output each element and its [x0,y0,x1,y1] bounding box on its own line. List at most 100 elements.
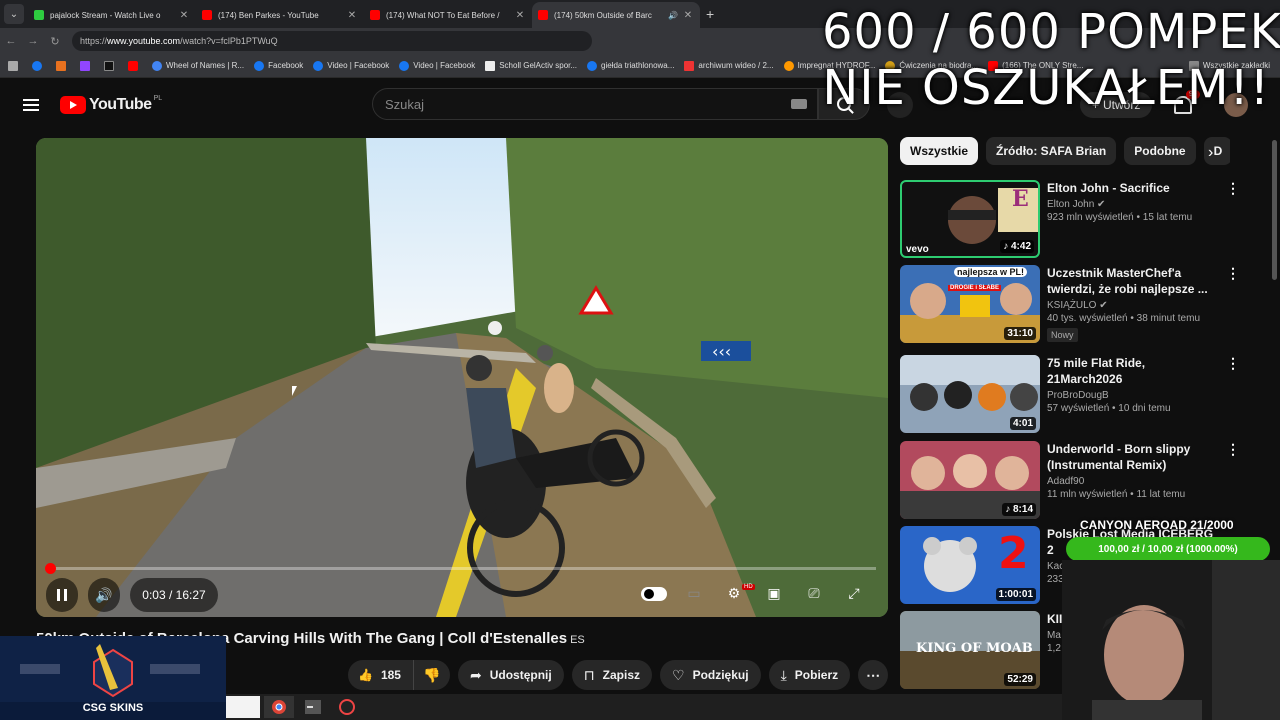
twitch-bookmark-icon[interactable] [80,60,94,71]
kebab-menu-icon[interactable]: ⋮ [1226,441,1240,458]
miniplayer-icon[interactable]: ▣ [764,585,784,605]
rec-channel[interactable]: ProBroDougB [1047,390,1222,401]
like-button[interactable]: 👍 185 [348,660,414,690]
recommendation-item[interactable]: ♪ 8:14 Underworld - Born slippy (Instrum… [900,441,1270,521]
video-thumbnail[interactable]: 4:01 [900,355,1040,433]
video-thumbnail[interactable]: KING OF MOAB 52:29 [900,611,1040,689]
scrollbar[interactable] [1272,140,1277,280]
youtube-bookmark-icon[interactable] [128,60,142,71]
cast-icon[interactable]: ⎚ [804,585,824,605]
rec-meta: 11 mln wyświetleń • 11 lat temu [1047,489,1186,500]
fullscreen-icon[interactable]: ⤢ [844,585,864,605]
browser-tab[interactable]: pajalock Stream - Watch Live o ✕ [28,2,196,28]
overlay-line1: 600 / 600 POMPEK [822,4,1280,60]
chrome-icon[interactable] [264,696,294,718]
volume-button[interactable]: 🔊 [88,578,120,612]
chevron-right-icon[interactable]: › [1208,144,1213,162]
new-badge: Nowy [1047,328,1078,342]
like-count: 185 [380,668,401,682]
share-button[interactable]: ➦ Udostępnij [457,660,564,690]
dislike-button[interactable]: 👎 [413,660,450,690]
terminal-icon[interactable] [298,696,328,718]
kebab-menu-icon[interactable]: ⋮ [1226,355,1240,372]
close-tab-icon[interactable]: ✕ [346,10,358,21]
new-tab-button[interactable]: + [706,6,714,22]
more-actions-button[interactable]: ⋯ [858,660,889,690]
csg-art [0,636,226,702]
bookmark-item[interactable]: Facebook [254,60,303,71]
chip-source[interactable]: Źródło: SAFA Brian [986,137,1117,165]
video-thumbnail[interactable]: najlepsza w PL! DROGIE i SŁABE 31:10 [900,265,1040,343]
bookmark-item[interactable]: Video | Facebook [399,60,475,71]
time-display: 0:03 / 16:27 [130,578,218,612]
facebook-bookmark-icon[interactable] [32,60,46,71]
x-bookmark-icon[interactable] [104,60,118,71]
recommendation-item[interactable]: E vevo ♪ 4:42 Elton John - Sacrifice Elt… [900,180,1270,260]
close-tab-icon[interactable]: ✕ [682,10,694,21]
video-thumbnail[interactable]: ♪ 8:14 [900,441,1040,519]
progress-bar[interactable] [45,563,876,574]
chip-all[interactable]: Wszystkie [900,137,979,165]
donation-goal-bar: 100,00 zł / 10,00 zł (1000.00%) [1066,537,1270,561]
menu-icon[interactable] [23,99,39,111]
music-icon: ♪ [1003,241,1011,252]
browser-tab[interactable]: (174) Ben Parkes - YouTube ✕ [196,2,364,28]
kebab-menu-icon[interactable]: ⋮ [1226,180,1240,197]
thanks-button[interactable]: ♡ Podziękuj [660,660,761,690]
save-button[interactable]: ⊓ Zapisz [571,660,652,690]
obs-logo [339,699,355,715]
verified-icon: ✔ [1099,300,1108,311]
video-player[interactable]: ‹‹‹ 🔊 0:03 / 16:27 ▭ ⚙ HD ▣ ⎚ ⤢ [36,138,888,617]
filter-chips: Wszystkie Źródło: SAFA Brian Podobne D [900,137,1230,165]
bookmark-item[interactable]: archiwum wideo / 2... [684,60,774,71]
bookmark-item[interactable]: Video | Facebook [313,60,389,71]
bookmark-item[interactable]: giełda triathlonowa... [587,60,674,71]
bookmark-icon[interactable] [56,60,70,71]
thumb-banner: najlepsza w PL! [954,267,1028,277]
action-bar: 👍 185 👎 ➦ Udostępnij ⊓ Zapisz ♡ Podziękuj ⤓ P… [348,660,889,690]
reload-icon[interactable]: ↻ [44,35,66,48]
video-thumbnail[interactable]: E vevo ♪ 4:42 [900,180,1040,258]
rec-meta: 923 mln wyświetleń • 15 lat temu [1047,212,1193,223]
thumb-number: 2 [998,528,1029,579]
youtube-logo[interactable]: YouTube PL [60,95,162,114]
like-group: 👍 185 👎 [348,660,450,690]
csg-label: CSG SKINS [82,702,144,714]
rec-meta: 40 tys. wyświetleń • 38 minut temu [1047,313,1201,324]
apps-icon[interactable] [8,60,22,71]
kebab-menu-icon[interactable]: ⋮ [1226,265,1240,282]
pause-button[interactable] [46,578,78,612]
taskbar-blank[interactable] [226,696,260,718]
rec-channel[interactable]: Adadf90 [1047,476,1222,487]
subtitles-icon[interactable]: ▭ [684,585,704,605]
chip-related[interactable]: Podobne [1124,137,1196,165]
tab-search-icon[interactable]: ⌄ [4,4,24,24]
speaker-icon[interactable]: 🔊 [668,11,678,20]
back-icon[interactable]: ← [0,35,22,47]
rec-title[interactable]: Elton John - Sacrifice [1047,180,1222,196]
close-tab-icon[interactable]: ✕ [178,10,190,21]
download-button[interactable]: ⤓ Pobierz [768,660,851,690]
recommendation-item[interactable]: 4:01 75 mile Flat Ride, 21March2026 ProB… [900,355,1270,435]
channel-line[interactable]: KSIĄŻULO ✔ [1047,300,1222,311]
rec-title[interactable]: 75 mile Flat Ride, 21March2026 [1047,355,1222,387]
video-thumbnail[interactable]: 2 1:00:01 [900,526,1040,604]
url-input[interactable]: https://www.youtube.com/watch?v=fclPb1PT… [72,31,592,51]
terminal-logo [305,700,321,714]
forward-icon[interactable]: → [22,35,44,47]
bookmark-item[interactable]: Scholl GelActiv spor... [485,60,577,71]
settings-icon[interactable]: ⚙ [724,585,744,605]
obs-icon[interactable] [332,696,362,718]
rec-title[interactable]: Uczestnik MasterChef'a twierdzi, że robi… [1047,265,1222,297]
search-input[interactable]: Szukaj [372,88,818,120]
close-tab-icon[interactable]: ✕ [514,10,526,21]
browser-tab[interactable]: (174) What NOT To Eat Before / ✕ [364,2,532,28]
recommendation-item[interactable]: najlepsza w PL! DROGIE i SŁABE 31:10 Ucz… [900,265,1270,345]
autoplay-toggle[interactable] [641,587,667,601]
keyboard-icon[interactable] [791,99,807,109]
channel-line[interactable]: Elton John ✔ [1047,199,1222,210]
rec-title[interactable]: Underworld - Born slippy (Instrumental R… [1047,441,1222,473]
browser-tab-active[interactable]: (174) 50km Outside of Barc 🔊 ✕ [532,2,700,28]
bookmark-label: Wheel of Names | R... [166,61,245,70]
bookmark-item[interactable]: Wheel of Names | R... [152,60,245,71]
